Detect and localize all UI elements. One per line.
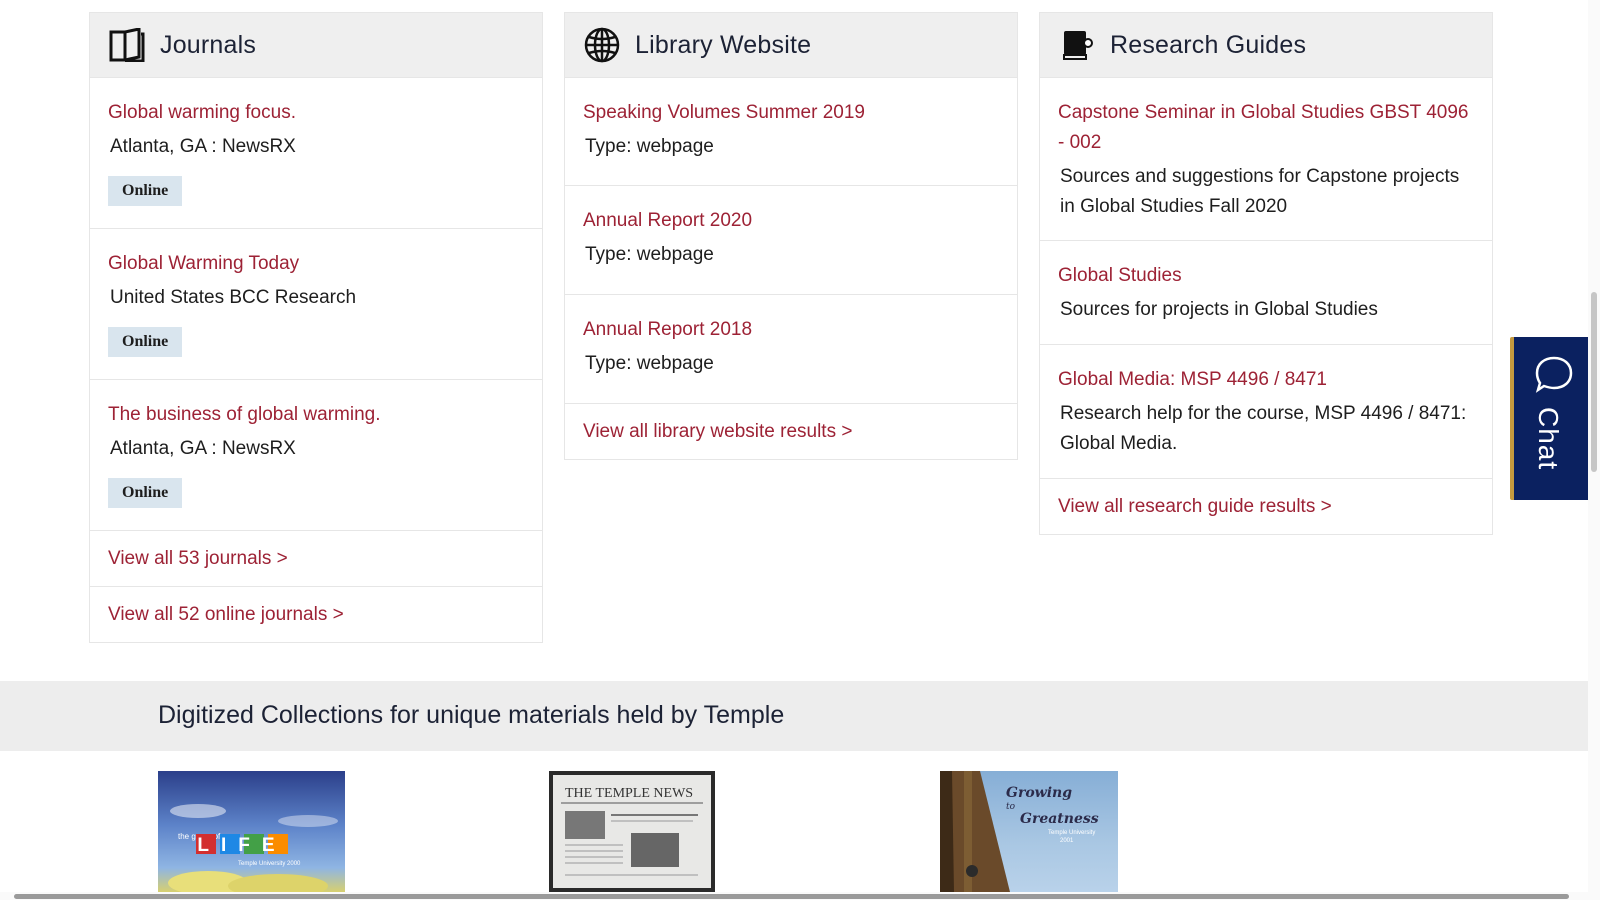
guide-link[interactable]: Capstone Seminar in Global Studies GBST … (1058, 98, 1474, 158)
journal-link[interactable]: The business of global warming. (108, 400, 524, 430)
journal-link[interactable]: Global Warming Today (108, 249, 524, 279)
online-badge: Online (108, 478, 183, 508)
website-type: Type: webpage (585, 136, 714, 157)
newspaper-image: THE TEMPLE NEWS (553, 775, 711, 888)
guide-item: Global Media: MSP 4496 / 8471 Research h… (1040, 344, 1492, 478)
open-book-icon (108, 26, 146, 64)
growing-cover-line-4: Temple University (1048, 830, 1095, 836)
horizontal-scrollbar[interactable] (0, 892, 1588, 900)
research-guides-title: Research Guides (1110, 30, 1307, 59)
journal-item: The business of global warming. Atlanta,… (90, 379, 542, 530)
journal-item: Global warming focus. Atlanta, GA : News… (90, 77, 542, 228)
journals-panel: Journals Global warming focus. Atlanta, … (89, 12, 543, 643)
website-item: Annual Report 2020 Type: webpage (565, 185, 1017, 294)
guide-description: Research help for the course, MSP 4496 /… (1060, 403, 1467, 454)
guide-link[interactable]: Global Media: MSP 4496 / 8471 (1058, 365, 1474, 395)
growing-cover-image: Growing to Greatness Temple University 2… (940, 771, 1099, 892)
view-all-journals-link[interactable]: View all 53 journals > (90, 530, 542, 586)
journal-publisher: United States BCC Research (110, 287, 357, 308)
journal-publisher: Atlanta, GA : NewsRX (110, 136, 296, 157)
guide-description: Sources for projects in Global Studies (1060, 299, 1378, 320)
guide-description: Sources and suggestions for Capstone pro… (1060, 166, 1460, 217)
life-cover-image: the game of LIFE Temple University 2000 (168, 804, 338, 892)
website-type: Type: webpage (585, 353, 714, 374)
guide-link[interactable]: Global Studies (1058, 261, 1474, 291)
growing-cover-line-1: Growing (1006, 785, 1072, 801)
website-type: Type: webpage (585, 244, 714, 265)
collection-thumbnail-life[interactable]: the game of LIFE Temple University 2000 (158, 771, 345, 892)
chat-button[interactable]: Chat (1510, 337, 1588, 500)
view-all-website-results-link[interactable]: View all library website results > (565, 403, 1017, 459)
chat-label: Chat (1533, 407, 1564, 471)
library-website-header: Library Website (565, 13, 1017, 77)
website-item: Annual Report 2018 Type: webpage (565, 294, 1017, 403)
journals-title: Journals (160, 30, 257, 59)
speech-bubble-icon (1534, 355, 1574, 398)
journal-item: Global Warming Today United States BCC R… (90, 228, 542, 379)
digitized-collections-band: Digitized Collections for unique materia… (0, 681, 1588, 751)
collection-thumbnail-temple-news[interactable]: THE TEMPLE NEWS (549, 771, 715, 892)
globe-icon (583, 26, 621, 64)
journal-publisher: Atlanta, GA : NewsRX (110, 438, 296, 459)
newspaper-masthead: THE TEMPLE NEWS (565, 786, 693, 801)
life-cover-line-3: Temple University 2000 (238, 861, 301, 867)
life-cover-line-2: LIFE (197, 835, 286, 856)
website-link[interactable]: Annual Report 2020 (583, 206, 999, 236)
vertical-scroll-thumb[interactable] (1591, 292, 1597, 472)
research-guides-header: Research Guides (1040, 13, 1492, 77)
digitized-collections-title: Digitized Collections for unique materia… (158, 701, 785, 729)
view-all-guide-results-link[interactable]: View all research guide results > (1040, 478, 1492, 534)
growing-cover-line-5: 2001 (1060, 838, 1074, 844)
online-badge: Online (108, 176, 183, 206)
guide-item: Capstone Seminar in Global Studies GBST … (1040, 77, 1492, 240)
guide-book-icon (1058, 26, 1096, 64)
website-link[interactable]: Speaking Volumes Summer 2019 (583, 98, 999, 128)
growing-cover-line-2: to (1006, 802, 1016, 812)
journals-header: Journals (90, 13, 542, 77)
results-columns: Journals Global warming focus. Atlanta, … (89, 12, 1494, 652)
view-all-online-journals-link[interactable]: View all 52 online journals > (90, 586, 542, 642)
website-item: Speaking Volumes Summer 2019 Type: webpa… (565, 77, 1017, 185)
guide-item: Global Studies Sources for projects in G… (1040, 240, 1492, 344)
horizontal-scroll-thumb[interactable] (14, 894, 1569, 899)
website-link[interactable]: Annual Report 2018 (583, 315, 999, 345)
journal-link[interactable]: Global warming focus. (108, 98, 524, 128)
library-website-title: Library Website (635, 30, 812, 59)
research-guides-panel: Research Guides Capstone Seminar in Glob… (1039, 12, 1493, 535)
vertical-scrollbar[interactable] (1588, 0, 1600, 900)
online-badge: Online (108, 327, 183, 357)
library-website-panel: Library Website Speaking Volumes Summer … (564, 12, 1018, 460)
collection-thumbnail-growing-to-greatness[interactable]: Growing to Greatness Temple University 2… (940, 771, 1118, 892)
growing-cover-line-3: Greatness (1020, 811, 1099, 827)
